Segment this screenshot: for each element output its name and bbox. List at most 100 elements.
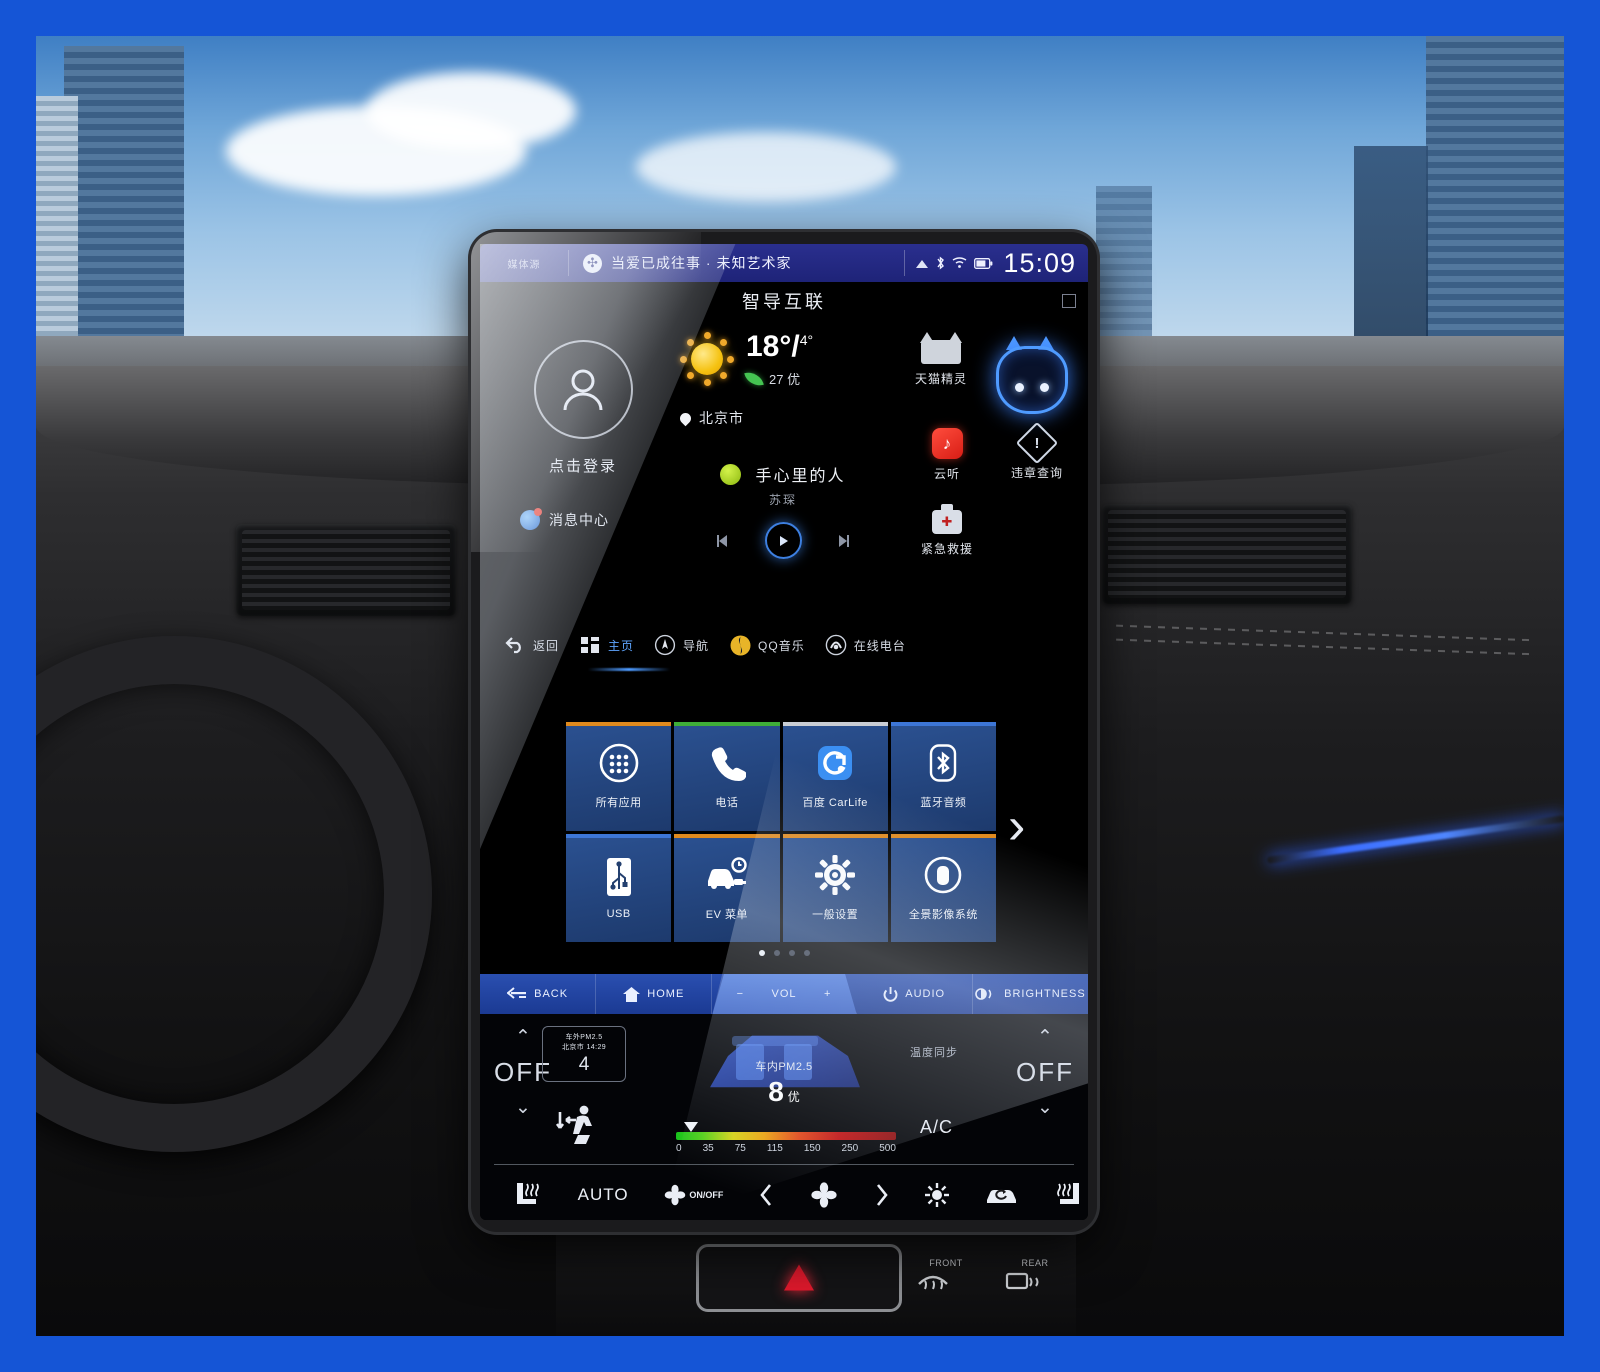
- tile-label: USB: [606, 907, 631, 920]
- front-defrost-label: FRONT: [929, 1258, 963, 1268]
- passenger-temp-value: OFF: [1016, 1057, 1074, 1087]
- shortcut-qq-music[interactable]: QQ音乐: [721, 634, 813, 656]
- chevron-up-icon[interactable]: ⌃: [1010, 1028, 1080, 1047]
- fan-onoff-icon: [665, 1184, 686, 1206]
- app-tile-ev-menu[interactable]: EV 菜单: [674, 833, 780, 942]
- app-grid: 所有应用 电话 百度 CarLife 蓝牙音频 USB EV 菜单 一般设置 全…: [566, 722, 996, 942]
- cloud: [366, 72, 576, 150]
- signal-4g-icon: [916, 260, 929, 268]
- chevron-down-icon[interactable]: ⌄: [1010, 1098, 1080, 1117]
- left-air-vent: [236, 524, 456, 616]
- building: [1426, 36, 1564, 366]
- rear-defrost-icon: [1005, 1272, 1039, 1290]
- now-playing-area[interactable]: ✣ 当爱已成往事 · 未知艺术家: [569, 253, 904, 273]
- app-shortcut-bar: 返回 主页 导航 QQ音乐 在线电台: [480, 622, 1088, 668]
- page-dot-4[interactable]: [803, 950, 810, 956]
- air-recirculation-icon[interactable]: [984, 1184, 1018, 1206]
- fan-increase-icon[interactable]: [873, 1183, 889, 1207]
- shortcut-back[interactable]: 返回: [496, 634, 567, 656]
- shortcut-home[interactable]: 主页: [571, 634, 642, 656]
- sidebar-item-tmall-genie[interactable]: 天猫精灵: [900, 332, 982, 387]
- right-air-vent: [1102, 504, 1352, 604]
- voice-assistant-avatar-icon[interactable]: [988, 336, 1072, 418]
- weather-widget[interactable]: 18°/4° 27 优 北京市: [677, 330, 880, 428]
- chevron-down-icon[interactable]: ⌄: [488, 1098, 558, 1117]
- ac-button[interactable]: A/C: [920, 1117, 953, 1138]
- key-home[interactable]: HOME: [596, 974, 713, 1014]
- page-dot-2[interactable]: [773, 950, 780, 956]
- shortcut-navigation[interactable]: 导航: [646, 634, 717, 656]
- ev-menu-icon: [706, 854, 748, 896]
- music-controls: [668, 522, 898, 559]
- hazard-button[interactable]: [696, 1244, 902, 1312]
- driver-seat-heater-icon[interactable]: [512, 1181, 542, 1209]
- shortcut-home-label: 主页: [608, 638, 635, 653]
- temp-unit: °/: [779, 330, 800, 363]
- hard-key-bar: BACK HOME − VOL + AUDIO BRIGHTNESS: [480, 974, 1088, 1014]
- airflow-seat-icon[interactable]: [554, 1102, 604, 1146]
- fan-speed-icon[interactable]: [811, 1182, 837, 1208]
- hazard-triangle-icon: [784, 1264, 814, 1291]
- yunting-radio-icon: ♪: [931, 428, 963, 459]
- fan-onoff-label: ON/OFF: [689, 1189, 724, 1200]
- previous-track-icon[interactable]: [712, 529, 735, 552]
- music-widget[interactable]: 手心里的人 苏琛: [668, 462, 898, 559]
- settings-gear-icon: [814, 854, 856, 896]
- sidebar-item-yunting[interactable]: ♪ 云听: [906, 428, 988, 482]
- profile-login-button[interactable]: 点击登录: [518, 340, 648, 476]
- track-artist: 苏琛: [768, 493, 797, 507]
- side-app-shortcuts: 天猫精灵 ♪ 云听 ! 违章查询 ✚ 紧急救援: [900, 332, 1082, 582]
- location-text: 北京市: [699, 410, 744, 426]
- rear-defrost-button[interactable]: REAR: [1004, 1258, 1066, 1292]
- key-volume[interactable]: − VOL +: [712, 974, 857, 1014]
- photo-frame: FRONT REAR 媒体源 ✣ 当爱已成往事 · 未知艺术家 15:09 智导…: [36, 36, 1564, 1336]
- app-tile-general-settings[interactable]: 一般设置: [782, 833, 888, 942]
- page-dot-3[interactable]: [788, 950, 795, 956]
- cloud: [636, 132, 896, 202]
- front-defrost-icon: [918, 1275, 948, 1290]
- power-audio-icon: [883, 986, 898, 1002]
- key-brightness-label: BRIGHTNESS: [1004, 988, 1086, 1000]
- page-root: FRONT REAR 媒体源 ✣ 当爱已成往事 · 未知艺术家 15:09 智导…: [0, 0, 1600, 1372]
- scale-tick: 115: [766, 1143, 783, 1154]
- app-tile-phone[interactable]: 电话: [674, 722, 780, 831]
- media-source-label[interactable]: 媒体源: [480, 256, 568, 271]
- fan-decrease-icon[interactable]: [759, 1183, 775, 1207]
- next-track-icon[interactable]: [832, 529, 855, 552]
- message-center-button[interactable]: 消息中心: [520, 508, 609, 530]
- infotainment-screen[interactable]: 媒体源 ✣ 当爱已成往事 · 未知艺术家 15:09 智导互联 点击登录 消息中…: [480, 244, 1088, 1220]
- carlife-icon: [814, 742, 856, 784]
- auto-climate-button[interactable]: AUTO: [578, 1185, 629, 1205]
- scale-tick: 75: [734, 1143, 746, 1154]
- sidebar-item-violation-query[interactable]: ! 违章查询: [996, 421, 1078, 481]
- pm-scale: 0 35 75 115 150 250 500: [676, 1122, 896, 1154]
- rear-defrost-icon[interactable]: [924, 1183, 949, 1207]
- key-back[interactable]: BACK: [480, 974, 597, 1014]
- app-tile-carlife[interactable]: 百度 CarLife: [782, 722, 888, 831]
- inside-pm-unit: 优: [787, 1090, 800, 1104]
- clock: 15:09: [1003, 247, 1076, 278]
- pm-scale-pointer: [684, 1122, 698, 1132]
- surround-view-icon: [922, 854, 964, 896]
- fan-onoff-button[interactable]: ON/OFF: [664, 1184, 723, 1206]
- shortcut-online-radio[interactable]: 在线电台: [817, 634, 914, 656]
- tile-label: EV 菜单: [705, 908, 748, 921]
- volume-up-button[interactable]: +: [824, 988, 831, 1000]
- play-icon[interactable]: [764, 522, 802, 559]
- tile-label: 百度 CarLife: [802, 797, 868, 810]
- passenger-seat-heater-icon[interactable]: [1054, 1181, 1084, 1209]
- app-tile-bluetooth-audio[interactable]: 蓝牙音频: [890, 722, 996, 831]
- chevron-right-icon[interactable]: ›: [1008, 800, 1025, 852]
- front-defrost-button[interactable]: FRONT: [916, 1258, 976, 1292]
- app-tile-usb[interactable]: USB: [566, 833, 672, 942]
- app-tile-surround-view[interactable]: 全景影像系统: [890, 833, 996, 942]
- key-audio[interactable]: AUDIO: [857, 974, 973, 1014]
- building: [1096, 186, 1152, 356]
- key-brightness[interactable]: BRIGHTNESS: [973, 974, 1088, 1014]
- app-tile-all-apps[interactable]: 所有应用: [566, 722, 672, 831]
- sidebar-item-emergency-rescue[interactable]: ✚ 紧急救援: [906, 504, 988, 557]
- volume-down-button[interactable]: −: [737, 988, 744, 1000]
- page-dot-1[interactable]: [758, 950, 765, 956]
- temp-sync-label[interactable]: 温度同步: [910, 1044, 958, 1060]
- outside-pm-box[interactable]: 车外PM2.5 北京市 14:29 4: [542, 1026, 626, 1082]
